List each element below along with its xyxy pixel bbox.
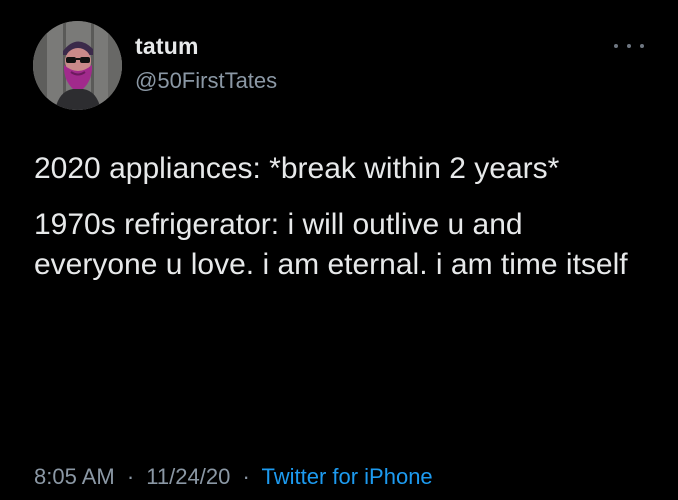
tweet-meta: 8:05 AM · 11/24/20 · Twitter for iPhone — [34, 464, 433, 490]
more-dot-icon — [627, 44, 631, 48]
tweet-date[interactable]: 11/24/20 — [146, 464, 230, 489]
avatar[interactable] — [33, 21, 122, 110]
more-options-icon[interactable] — [614, 38, 644, 54]
user-handle[interactable]: @50FirstTates — [135, 68, 277, 94]
tweet-text: 2020 appliances: *break within 2 years* … — [34, 149, 654, 285]
more-dot-icon — [640, 44, 644, 48]
tweet-time[interactable]: 8:05 AM — [34, 464, 115, 489]
tweet-paragraph: 2020 appliances: *break within 2 years* — [34, 152, 560, 185]
bearded-man-avatar-icon — [33, 21, 122, 110]
more-dot-icon — [614, 44, 618, 48]
meta-separator: · — [126, 464, 135, 489]
display-name[interactable]: tatum — [135, 33, 199, 60]
tweet-card: tatum @50FirstTates 2020 appliances: *br… — [0, 0, 678, 500]
meta-separator: · — [242, 464, 250, 489]
tweet-source-link[interactable]: Twitter for iPhone — [261, 464, 432, 489]
tweet-paragraph: 1970s refrigerator: i will outlive u and… — [34, 208, 628, 281]
